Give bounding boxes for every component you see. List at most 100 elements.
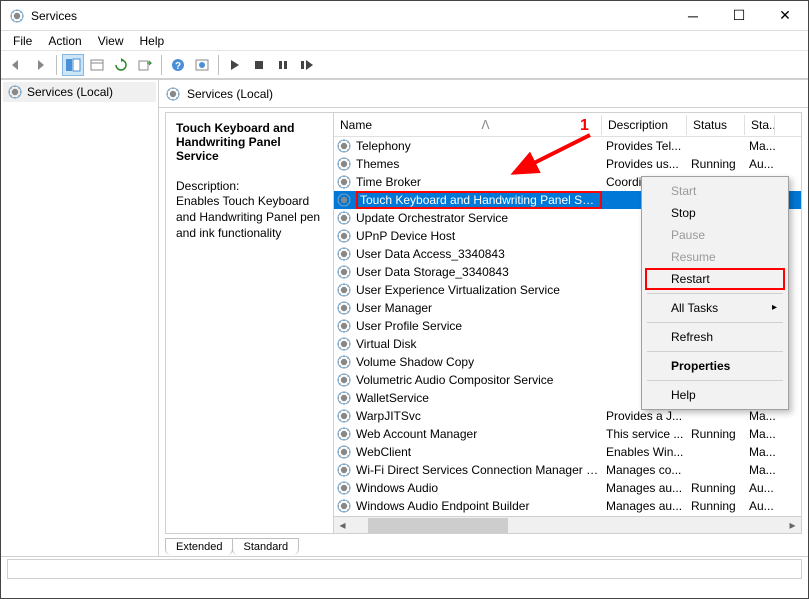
sort-indicator-icon: ᐱ [481, 118, 489, 132]
ctx-properties[interactable]: Properties [645, 355, 785, 377]
service-desc: Manages au... [602, 499, 687, 513]
service-row[interactable]: Web Account ManagerThis service ...Runni… [334, 425, 801, 443]
minimize-button[interactable]: ─ [670, 1, 716, 31]
service-name: Update Orchestrator Service [356, 211, 602, 225]
service-status: Running [687, 427, 745, 441]
tab-extended[interactable]: Extended [165, 538, 233, 555]
ctx-separator [647, 293, 783, 294]
service-startup: Ma... [745, 445, 775, 459]
service-name: Wi-Fi Direct Services Connection Manager… [356, 463, 602, 477]
stop-service-button[interactable] [248, 54, 270, 76]
ctx-help[interactable]: Help [645, 384, 785, 406]
menu-action[interactable]: Action [40, 32, 89, 50]
gear-icon [336, 390, 352, 406]
start-service-button[interactable] [224, 54, 246, 76]
service-row[interactable]: WebClientEnables Win... Ma... [334, 443, 801, 461]
service-desc: Provides Tel... [602, 139, 687, 153]
ctx-all-tasks[interactable]: All Tasks▸ [645, 297, 785, 319]
column-name[interactable]: Nameᐱ [334, 115, 602, 135]
column-status[interactable]: Status [687, 115, 745, 135]
gear-icon [336, 156, 352, 172]
ctx-restart[interactable]: Restart [645, 268, 785, 290]
back-button[interactable] [5, 54, 27, 76]
service-name: Themes [356, 157, 602, 171]
gear-icon [336, 138, 352, 154]
gear-icon [165, 86, 181, 102]
menu-help[interactable]: Help [132, 32, 173, 50]
help2-button[interactable] [191, 54, 213, 76]
service-name: WebClient [356, 445, 602, 459]
separator-icon [161, 55, 162, 75]
content-header-label: Services (Local) [187, 87, 273, 101]
service-row[interactable]: Windows Audio Endpoint BuilderManages au… [334, 497, 801, 515]
svg-text:?: ? [175, 61, 181, 72]
ctx-refresh[interactable]: Refresh [645, 326, 785, 348]
menu-file[interactable]: File [5, 32, 40, 50]
service-desc: Manages co... [602, 463, 687, 477]
service-name: Windows Audio [356, 481, 602, 495]
content-header: Services (Local) [159, 80, 808, 108]
scroll-thumb[interactable] [368, 518, 508, 533]
scroll-left-icon[interactable]: ◂ [334, 517, 351, 534]
service-row[interactable]: Windows AudioManages au...RunningAu... [334, 479, 801, 497]
menu-view[interactable]: View [90, 32, 132, 50]
services-icon [9, 8, 25, 24]
context-menu: Start Stop Pause Resume Restart All Task… [641, 176, 789, 410]
gear-icon [336, 372, 352, 388]
service-startup: Ma... [745, 139, 775, 153]
service-row[interactable]: Wi-Fi Direct Services Connection Manager… [334, 461, 801, 479]
view-tabs: Extended Standard [159, 534, 808, 556]
help-button[interactable]: ? [167, 54, 189, 76]
service-row[interactable]: ThemesProvides us...RunningAu... [334, 155, 801, 173]
service-desc: Provides us... [602, 157, 687, 171]
close-button[interactable]: ✕ [762, 1, 808, 31]
tree-item-label: Services (Local) [27, 85, 113, 99]
service-startup: Au... [745, 481, 775, 495]
services-window: Services ─ ☐ ✕ File Action View Help ? [0, 0, 809, 599]
service-startup: Ma... [745, 409, 775, 423]
gear-icon [336, 264, 352, 280]
gear-icon [336, 462, 352, 478]
gear-icon [336, 318, 352, 334]
service-status: Running [687, 481, 745, 495]
statusbar-cell [7, 559, 802, 579]
horizontal-scrollbar[interactable]: ◂ ▸ [334, 516, 801, 533]
tree-item-services-local[interactable]: Services (Local) [3, 82, 156, 102]
tree-pane[interactable]: Services (Local) [1, 80, 159, 556]
gear-icon [336, 300, 352, 316]
pause-service-button[interactable] [272, 54, 294, 76]
service-name: Telephony [356, 139, 602, 153]
properties-button[interactable] [86, 54, 108, 76]
gear-icon [336, 246, 352, 262]
service-name: User Data Access_3340843 [356, 247, 602, 261]
service-desc: Manages au... [602, 481, 687, 495]
service-desc: Provides a J... [602, 409, 687, 423]
service-row[interactable]: TelephonyProvides Tel... Ma... [334, 137, 801, 155]
tab-standard[interactable]: Standard [232, 538, 299, 555]
toolbar: ? [1, 51, 808, 79]
forward-button[interactable] [29, 54, 51, 76]
service-startup: Ma... [745, 427, 775, 441]
gear-icon [336, 282, 352, 298]
service-name: Virtual Disk [356, 337, 602, 351]
ctx-stop[interactable]: Stop [645, 202, 785, 224]
titlebar[interactable]: Services ─ ☐ ✕ [1, 1, 808, 31]
service-name: Web Account Manager [356, 427, 602, 441]
maximize-button[interactable]: ☐ [716, 1, 762, 31]
service-name: User Manager [356, 301, 602, 315]
service-desc: Enables Win... [602, 445, 687, 459]
service-name: Volumetric Audio Compositor Service [356, 373, 602, 387]
export-button[interactable] [134, 54, 156, 76]
ctx-resume: Resume [645, 246, 785, 268]
detail-panel: Touch Keyboard and Handwriting Panel Ser… [166, 113, 334, 533]
column-description[interactable]: Description [602, 115, 687, 135]
service-startup: Ma... [745, 463, 775, 477]
refresh-button[interactable] [110, 54, 132, 76]
ctx-separator [647, 322, 783, 323]
restart-service-button[interactable] [296, 54, 318, 76]
service-name: Windows Audio Endpoint Builder [356, 499, 602, 513]
show-hide-tree-button[interactable] [62, 54, 84, 76]
scroll-right-icon[interactable]: ▸ [784, 517, 801, 534]
service-name: WalletService [356, 391, 602, 405]
column-startup[interactable]: Sta... [745, 115, 775, 135]
